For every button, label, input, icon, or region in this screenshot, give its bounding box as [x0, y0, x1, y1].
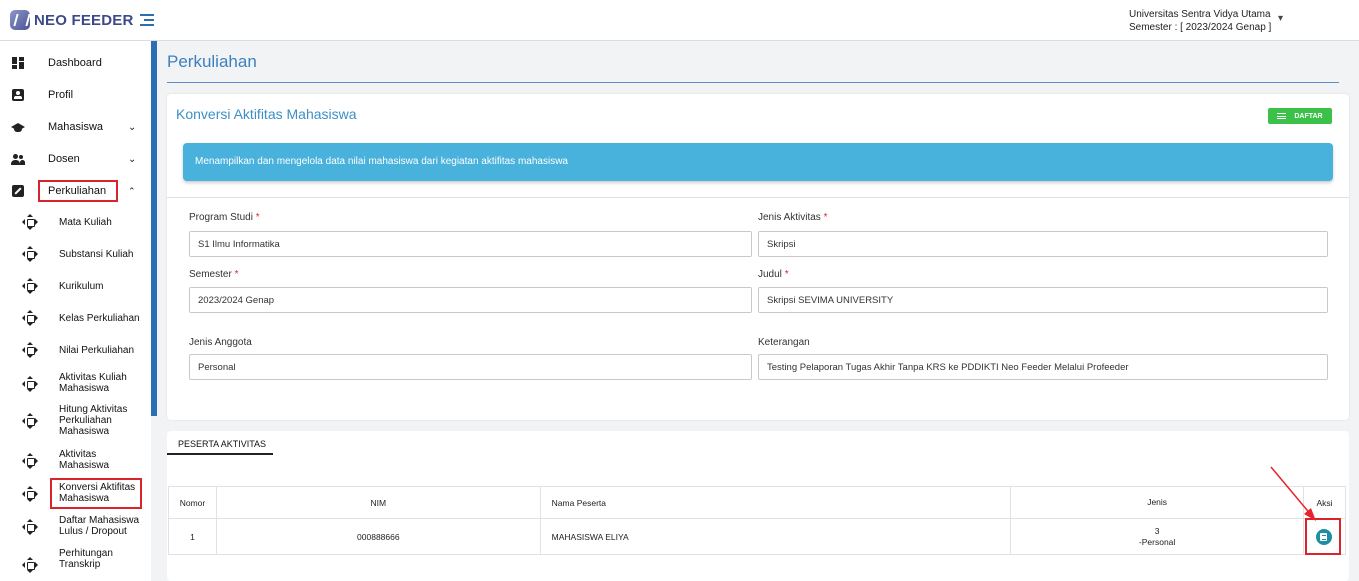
table-header-row: Nomor NIM Nama Peserta Jenis Aksi: [168, 486, 1347, 519]
move-icon: [22, 342, 38, 358]
move-icon: [22, 453, 38, 469]
jenis-anggota-field[interactable]: Personal: [189, 354, 752, 380]
sidebar-item-dosen[interactable]: Dosen ⌄: [0, 151, 151, 167]
highlight-konversi-aktifitas: [50, 478, 142, 509]
sidebar-item-label: Hitung Aktivitas Perkuliahan Mahasiswa: [59, 404, 128, 437]
move-icon: [22, 557, 38, 573]
app-logo[interactable]: NEO FEEDER: [10, 10, 134, 30]
semester-label: Semester *: [189, 269, 239, 280]
sidebar-item-mata-kuliah[interactable]: Mata Kuliah: [0, 214, 151, 230]
neo-feeder-logo-icon: [10, 10, 30, 30]
caret-down-icon[interactable]: ▾: [1278, 13, 1283, 24]
sidebar-item-label: Kelas Perkuliahan: [59, 313, 140, 324]
column-header-nim: NIM: [215, 486, 541, 519]
sidebar-item-label: Dosen: [48, 153, 80, 165]
profile-icon: [11, 88, 25, 102]
cell-jenis: 3 -Personal: [1010, 518, 1304, 555]
sidebar-item-label: Kurikulum: [59, 281, 104, 292]
keterangan-label: Keterangan: [758, 337, 810, 348]
jenis-aktivitas-field[interactable]: Skripsi: [758, 231, 1328, 257]
highlight-perkuliahan: [38, 180, 118, 202]
university-name: Universitas Sentra Vidya Utama: [1129, 9, 1271, 20]
card-divider: [167, 197, 1349, 198]
sidebar-item-label: Substansi Kuliah: [59, 249, 134, 260]
sidebar-item-label: Dashboard: [48, 57, 102, 69]
peserta-table: Nomor NIM Nama Peserta Jenis Aksi 1 0008…: [168, 486, 1347, 555]
people-icon: [11, 152, 25, 166]
sidebar-item-label: Mahasiswa: [48, 121, 104, 133]
cell-nama: MAHASISWA ELIYA: [539, 518, 1012, 555]
column-header-jenis: Jenis: [1010, 486, 1304, 519]
sidebar-item-dashboard[interactable]: Dashboard: [0, 55, 151, 71]
active-semester: Semester : [ 2023/2024 Genap ]: [1129, 22, 1272, 33]
sidebar-item-substansi-kuliah[interactable]: Substansi Kuliah: [0, 246, 151, 262]
top-bar: NEO FEEDER Universitas Sentra Vidya Utam…: [0, 0, 1359, 41]
program-studi-field[interactable]: S1 Ilmu Informatika: [189, 231, 752, 257]
sidebar-item-hitung-aktivitas[interactable]: Hitung Aktivitas Perkuliahan Mahasiswa: [0, 404, 151, 438]
dashboard-icon: [11, 56, 25, 70]
sidebar-item-perhitungan-transkrip[interactable]: Perhitungan Transkrip: [0, 547, 151, 573]
move-icon: [22, 486, 38, 502]
judul-label: Judul *: [758, 269, 789, 280]
cell-nim: 000888666: [215, 518, 541, 555]
sidebar-item-daftar-mahasiswa-lulus[interactable]: Daftar Mahasiswa Lulus / Dropout: [0, 514, 151, 538]
sidebar-item-profil[interactable]: Profil: [0, 87, 151, 103]
daftar-button-label: DAFTAR: [1294, 112, 1323, 120]
graduation-cap-icon: [11, 120, 25, 134]
title-divider: [167, 82, 1339, 83]
sidebar-item-kurikulum[interactable]: Kurikulum: [0, 278, 151, 294]
sidebar-item-label: Nilai Perkuliahan: [59, 345, 135, 356]
jenis-code: 3: [1154, 525, 1160, 536]
jenis-name: -Personal: [1138, 536, 1176, 547]
sidebar-item-aktivitas-mahasiswa[interactable]: Aktivitas Mahasiswa: [0, 448, 151, 472]
sidebar-item-label: Daftar Mahasiswa Lulus / Dropout: [59, 515, 140, 537]
menu-toggle-icon[interactable]: [140, 14, 154, 26]
app-name: NEO FEEDER: [34, 11, 134, 29]
move-icon: [22, 278, 38, 294]
sidebar-item-label: Aktivitas Kuliah Mahasiswa: [59, 372, 127, 394]
move-icon: [22, 519, 38, 535]
program-studi-label: Program Studi *: [189, 212, 260, 223]
move-icon: [22, 310, 38, 326]
tab-peserta-aktivitas[interactable]: PESERTA AKTIVITAS: [167, 431, 273, 455]
chevron-down-icon: ⌄: [128, 121, 137, 133]
column-header-aksi: Aksi: [1302, 486, 1347, 519]
column-header-nomor: Nomor: [168, 486, 217, 519]
highlight-aksi-button: [1305, 518, 1341, 555]
daftar-button[interactable]: DAFTAR: [1268, 108, 1332, 124]
cell-nomor: 1: [168, 518, 217, 555]
card-title: Konversi Aktifitas Mahasiswa: [176, 106, 357, 122]
keterangan-field[interactable]: Testing Pelaporan Tugas Akhir Tanpa KRS …: [758, 354, 1328, 380]
sidebar-scrollbar[interactable]: [151, 41, 157, 416]
sidebar-item-label: Profil: [48, 89, 74, 101]
chevron-up-icon: ⌃: [128, 185, 136, 196]
sidebar-item-nilai-perkuliahan[interactable]: Nilai Perkuliahan: [0, 342, 151, 358]
info-banner: Menampilkan dan mengelola data nilai mah…: [183, 143, 1333, 181]
university-info[interactable]: Universitas Sentra Vidya Utama Semester …: [1129, 8, 1271, 34]
move-icon: [22, 376, 38, 392]
sidebar-item-label: Mata Kuliah: [59, 217, 112, 228]
page-title: Perkuliahan: [167, 52, 257, 71]
sidebar-item-aktivitas-kuliah-mahasiswa[interactable]: Aktivitas Kuliah Mahasiswa: [0, 371, 151, 395]
column-header-nama-peserta: Nama Peserta: [539, 486, 1012, 519]
jenis-aktivitas-label: Jenis Aktivitas *: [758, 212, 828, 223]
table-row: 1 000888666 MAHASISWA ELIYA 3 -Personal: [168, 518, 1347, 555]
move-icon: [22, 413, 38, 429]
move-icon: [22, 214, 38, 230]
sidebar-item-label: Aktivitas Mahasiswa: [59, 449, 110, 471]
edit-square-icon: [11, 184, 25, 198]
list-icon: [1277, 113, 1287, 119]
chevron-down-icon: ⌄: [128, 153, 137, 165]
move-icon: [22, 246, 38, 262]
sidebar-item-mahasiswa[interactable]: Mahasiswa ⌄: [0, 119, 151, 135]
judul-field[interactable]: Skripsi SEVIMA UNIVERSITY: [758, 287, 1328, 313]
sidebar-item-label: Perhitungan Transkrip: [59, 548, 113, 570]
jenis-anggota-label: Jenis Anggota: [189, 337, 252, 348]
sidebar-item-kelas-perkuliahan[interactable]: Kelas Perkuliahan: [0, 310, 151, 326]
semester-field[interactable]: 2023/2024 Genap: [189, 287, 752, 313]
